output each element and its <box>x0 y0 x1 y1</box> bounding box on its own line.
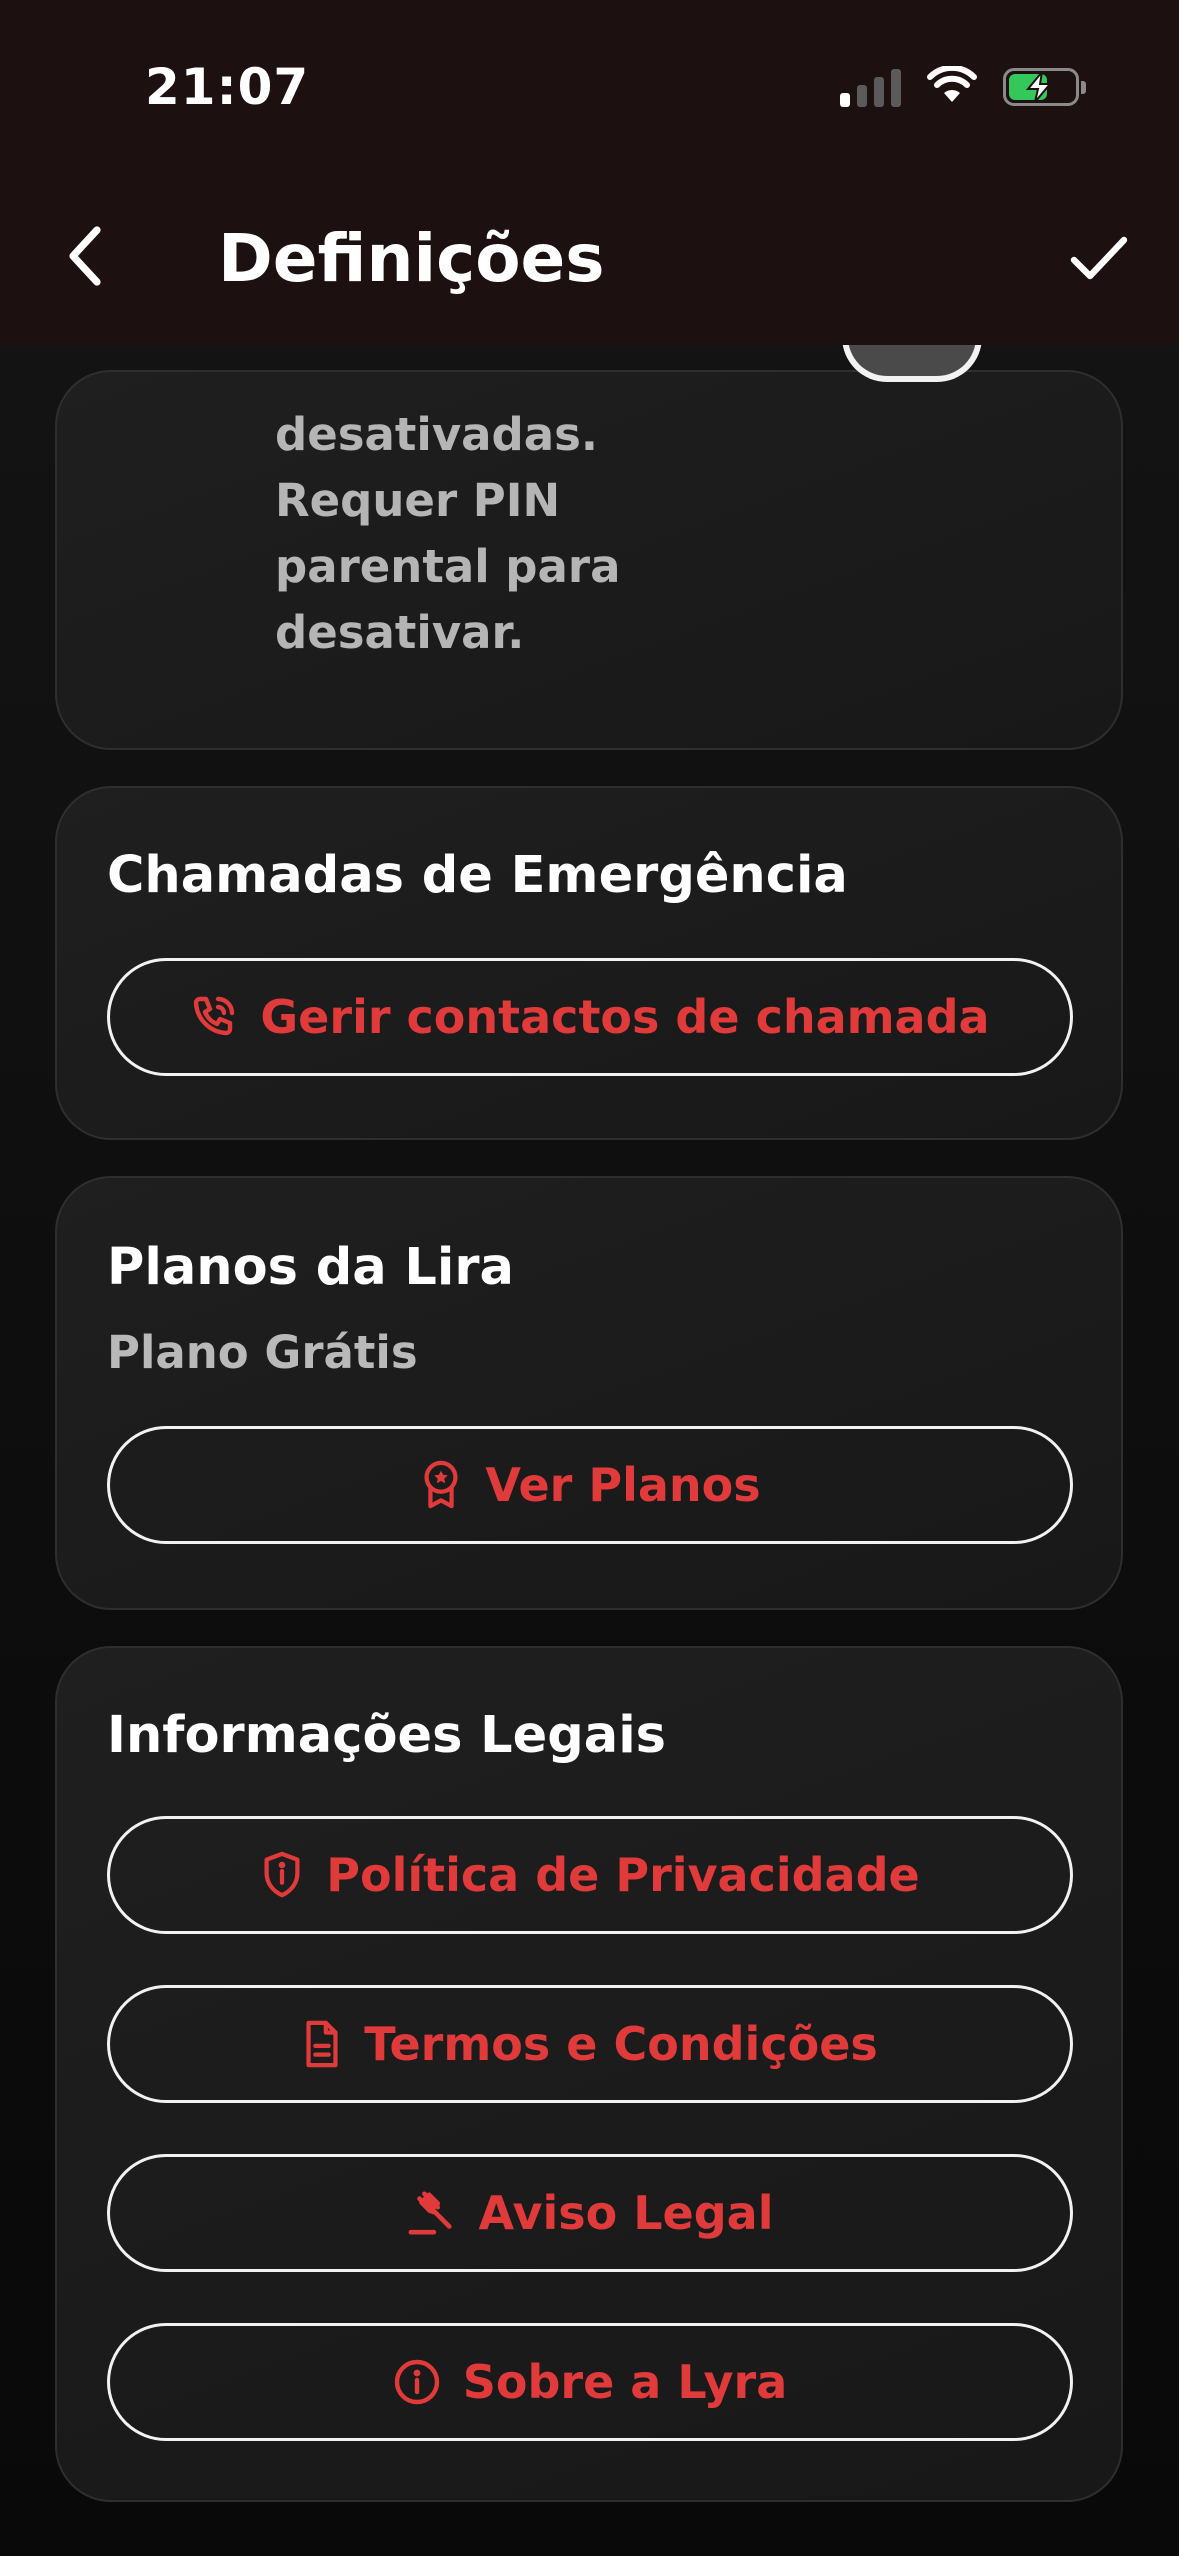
gavel-icon <box>407 2188 457 2238</box>
terms-conditions-label: Termos e Condições <box>364 2017 878 2071</box>
plans-title: Planos da Lira <box>107 1238 514 1297</box>
about-lyra-button[interactable]: Sobre a Lyra <box>107 2323 1073 2441</box>
legal-info-card: Informações Legais Política de Privacida… <box>55 1646 1123 2502</box>
back-button[interactable] <box>55 218 115 298</box>
emergency-calls-title: Chamadas de Emergência <box>107 846 848 905</box>
chevron-left-icon <box>65 224 105 292</box>
shield-info-icon <box>260 1850 304 1900</box>
cellular-signal-icon <box>840 67 901 107</box>
confirm-button[interactable] <box>1059 220 1139 300</box>
manage-contacts-label: Gerir contactos de chamada <box>260 990 990 1044</box>
manage-contacts-button[interactable]: Gerir contactos de chamada <box>107 958 1073 1076</box>
status-icons <box>840 62 1086 112</box>
info-icon <box>393 2358 441 2406</box>
battery-charging-icon <box>1003 68 1086 106</box>
view-plans-button[interactable]: Ver Planos <box>107 1426 1073 1544</box>
phone-call-icon <box>190 993 238 1041</box>
checkmark-icon <box>1070 236 1128 284</box>
legal-info-title: Informações Legais <box>107 1706 667 1765</box>
plans-card: Planos da Lira Plano Grátis Ver Planos <box>55 1176 1123 1610</box>
terms-conditions-button[interactable]: Termos e Condições <box>107 1985 1073 2103</box>
parental-control-card: desativadas. Requer PIN parental para de… <box>55 292 1123 750</box>
document-icon <box>302 2019 342 2069</box>
parental-description-line: desativar. <box>275 606 525 659</box>
award-badge-icon <box>419 1460 463 1510</box>
parental-description: desativadas. Requer PIN parental para de… <box>275 402 695 666</box>
legal-notice-label: Aviso Legal <box>478 2186 774 2240</box>
parental-description-line: Requer PIN <box>275 474 561 527</box>
app-header: 21:07 Definições <box>0 0 1179 345</box>
current-plan-label: Plano Grátis <box>107 1326 418 1379</box>
parental-description-line: desativadas. <box>275 408 598 461</box>
legal-notice-button[interactable]: Aviso Legal <box>107 2154 1073 2272</box>
view-plans-label: Ver Planos <box>485 1458 761 1512</box>
page-title: Definições <box>218 220 605 297</box>
parental-description-line: parental para <box>275 540 621 593</box>
settings-screen: desativadas. Requer PIN parental para de… <box>0 0 1179 2556</box>
privacy-policy-button[interactable]: Política de Privacidade <box>107 1816 1073 1934</box>
privacy-policy-label: Política de Privacidade <box>326 1848 920 1902</box>
emergency-calls-card: Chamadas de Emergência Gerir contactos d… <box>55 786 1123 1140</box>
status-time: 21:07 <box>145 58 310 116</box>
about-lyra-label: Sobre a Lyra <box>462 2355 788 2409</box>
wifi-icon <box>927 64 977 108</box>
